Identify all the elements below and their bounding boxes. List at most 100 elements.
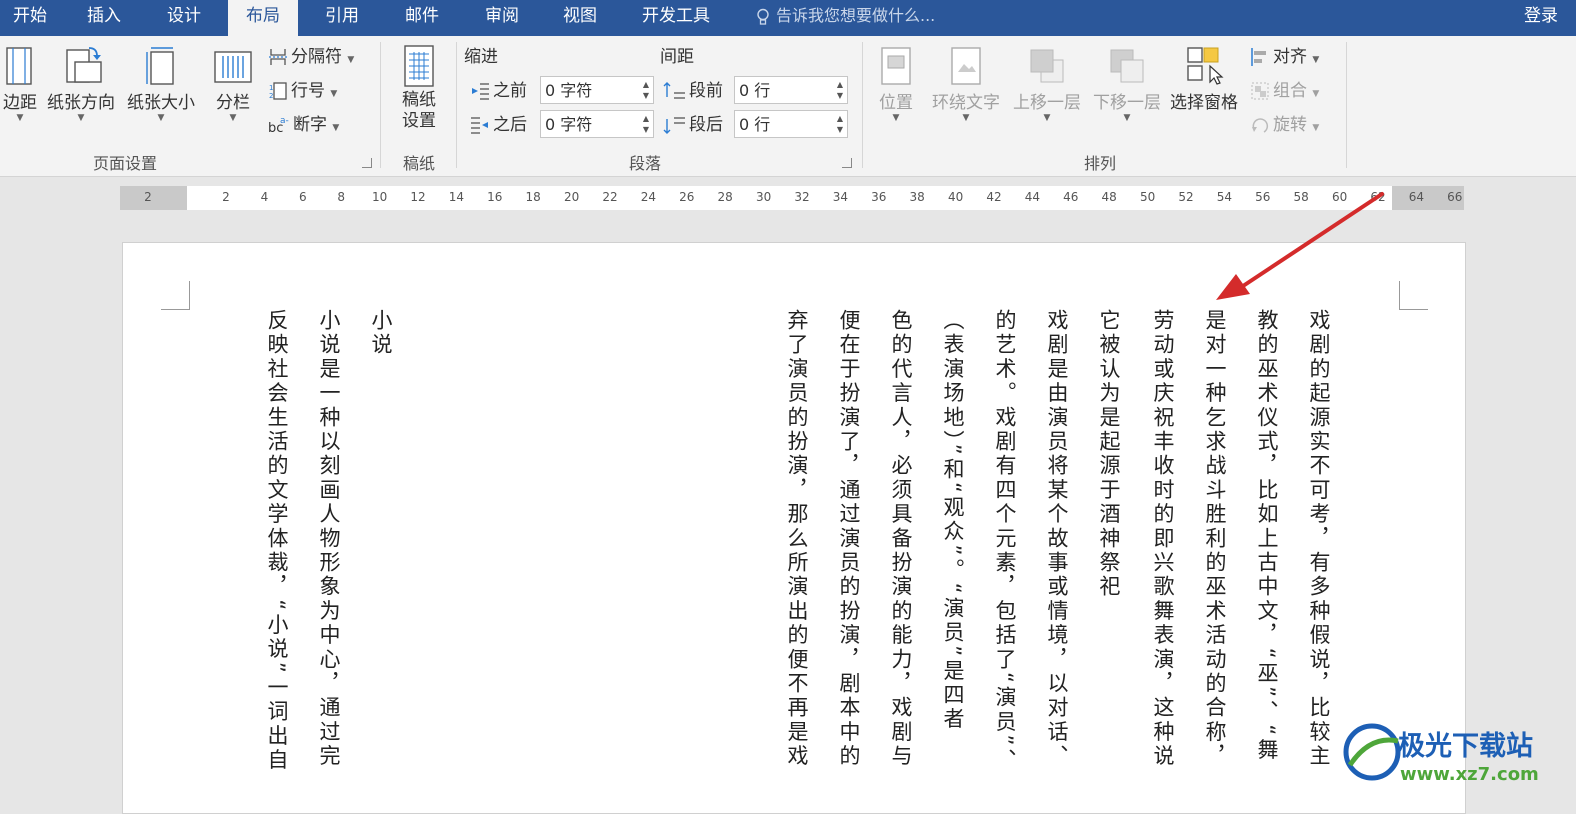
- size-label: 纸张大小: [127, 93, 195, 113]
- indent-after-input[interactable]: 0 字符 ▲ ▼: [540, 110, 654, 138]
- spinner-icon[interactable]: ▲ ▼: [643, 113, 649, 135]
- spinner-icon[interactable]: ▲ ▼: [643, 79, 649, 101]
- space-after-icon: [663, 117, 685, 134]
- tab-5[interactable]: 邮件: [394, 0, 450, 36]
- selection-pane-button[interactable]: 选择窗格: [1166, 44, 1242, 113]
- ruler-tick: 20: [563, 190, 580, 204]
- size-button[interactable]: 纸张大小 ▼: [124, 44, 198, 123]
- ruler-tick: 26: [679, 190, 695, 204]
- text-column: 它被认为是起源于酒神祭祀: [1097, 309, 1121, 600]
- ruler-tick: 8: [337, 190, 346, 204]
- page-setup-launcher-icon[interactable]: [362, 158, 372, 168]
- tab-3[interactable]: 布局: [228, 0, 298, 36]
- rotate-button[interactable]: 旋转 ▼: [1250, 112, 1319, 138]
- ruler-tick: 58: [1293, 190, 1309, 204]
- space-after-input[interactable]: 0 行 ▲ ▼: [734, 110, 848, 138]
- space-after-label: 段后: [662, 112, 723, 138]
- login-button[interactable]: 登录: [1524, 0, 1558, 32]
- send-backward-icon: [1110, 49, 1144, 83]
- ruler-tick: 38: [909, 190, 925, 204]
- text-column: 反映社会生活的文学体裁，“小说”一词出自: [265, 309, 289, 773]
- ruler-tick: 52: [1178, 190, 1194, 204]
- line-numbers-label: 行号: [291, 81, 325, 101]
- paper-size-icon: [146, 47, 174, 85]
- indent-before-input[interactable]: 0 字符 ▲ ▼: [540, 76, 654, 104]
- breaks-label: 分隔符: [291, 47, 342, 67]
- tab-4[interactable]: 引用: [314, 0, 370, 36]
- ruler-tick: 10: [371, 190, 388, 204]
- paragraph-group-label: 段落: [628, 154, 661, 173]
- space-before-value: 0 行: [739, 81, 771, 100]
- tell-me-text: 告诉我您想要做什么...: [776, 6, 936, 25]
- document-page[interactable]: 戏剧的起源实不可考，有多种假说，比较主 教的巫术仪式，比如上古中文，“巫”、“舞 是…: [122, 242, 1466, 814]
- wrap-text-button[interactable]: 环绕文字 ▼: [928, 44, 1004, 123]
- tell-me-search[interactable]: 告诉我您想要做什么...: [756, 0, 935, 34]
- ruler-tick: 54: [1216, 190, 1233, 204]
- spinner-icon[interactable]: ▲ ▼: [837, 113, 843, 135]
- space-before-label: 段前: [662, 78, 723, 104]
- bring-forward-icon: [1030, 49, 1064, 83]
- horizontal-ruler[interactable]: 2 2 4 6 8 10 12 14 16 18 20 22 24 26 28 30 32 34 36 38 40 42…: [120, 186, 1464, 210]
- position-icon: [881, 47, 911, 85]
- ruler-tick: 46: [1063, 190, 1079, 204]
- hyphenation-label: 断字: [293, 115, 327, 135]
- group-button[interactable]: 组合 ▼: [1250, 78, 1319, 104]
- breaks-button[interactable]: 分隔符 ▼: [268, 44, 354, 70]
- manuscript-group-label: 稿纸: [402, 154, 435, 173]
- text-column: 教的巫术仪式，比如上古中文，“巫”、“舞: [1255, 309, 1279, 763]
- columns-label: 分栏: [216, 93, 250, 113]
- tab-1[interactable]: 插入: [76, 0, 132, 36]
- ruler-tick: 60: [1331, 190, 1348, 204]
- space-before-icon: [663, 82, 685, 99]
- paragraph-launcher-icon[interactable]: [842, 158, 852, 168]
- manuscript-label-line1: 稿纸: [402, 90, 436, 110]
- group-icon: [1251, 82, 1269, 100]
- tab-0[interactable]: 开始: [8, 0, 52, 36]
- indent-after-label: 之后: [470, 112, 527, 138]
- spinner-icon[interactable]: ▲ ▼: [837, 79, 843, 101]
- text-column: 小说是一种以刻画人物形象为中心，通过完: [317, 309, 341, 769]
- text-column: 的艺术。戏剧有四个元素，包括了“演员”、: [993, 309, 1017, 773]
- ruler-tick: 4: [260, 190, 269, 204]
- ruler-tick: 64: [1408, 190, 1425, 204]
- ruler-tick: 62: [1370, 190, 1386, 204]
- margins-label: 边距: [3, 93, 37, 113]
- text-column: 戏剧是由演员将某个故事或情境，以对话、: [1045, 309, 1069, 769]
- margins-button[interactable]: 边距 ▼: [0, 44, 40, 123]
- ruler-tick: 16: [487, 190, 503, 204]
- text-column: 小说: [369, 309, 393, 358]
- orientation-button[interactable]: 纸张方向 ▼: [44, 44, 118, 123]
- text-column: 色的代言人，必须具备扮演的能力，戏剧与: [889, 309, 913, 769]
- manuscript-settings-button[interactable]: 稿纸 设置: [392, 44, 446, 132]
- tab-8[interactable]: 开发工具: [628, 0, 724, 36]
- hyphenation-button[interactable]: bc a- 断字 ▼: [268, 112, 339, 138]
- manuscript-icon: [404, 45, 434, 87]
- tab-7[interactable]: 视图: [552, 0, 608, 36]
- ruler-tick: 30: [755, 190, 772, 204]
- watermark-name: 极光下载站: [1398, 731, 1533, 762]
- margins-icon: [6, 47, 32, 85]
- ribbon-layout: 边距 ▼ 纸张方向 ▼ 纸张大小 ▼ 分栏 ▼ 分隔符 ▼ 1 2 行号 ▼ bc a- 断字 …: [0, 36, 1576, 177]
- group-separator: [456, 42, 457, 168]
- text-column: 便在于扮演了，通过演员的扮演，剧本中的: [837, 309, 861, 769]
- send-backward-button[interactable]: 下移一层 ▼: [1088, 44, 1166, 123]
- text-column: （表演场地）”和“观众”。“演员”是四者: [941, 309, 965, 732]
- align-button[interactable]: 对齐 ▼: [1250, 44, 1319, 70]
- columns-button[interactable]: 分栏 ▼: [206, 44, 260, 123]
- indent-before-label: 之前: [470, 78, 527, 104]
- line-numbers-button[interactable]: 1 2 行号 ▼: [268, 78, 337, 104]
- ruler-tick: 36: [871, 190, 887, 204]
- align-label: 对齐: [1273, 47, 1307, 67]
- space-before-input[interactable]: 0 行 ▲ ▼: [734, 76, 848, 104]
- breaks-icon: [269, 49, 287, 65]
- position-button[interactable]: 位置 ▼: [872, 44, 920, 123]
- after-label-text: 之后: [493, 115, 527, 135]
- tab-2[interactable]: 设计: [156, 0, 212, 36]
- manuscript-label-line2: 设置: [402, 111, 436, 131]
- bring-forward-button[interactable]: 上移一层 ▼: [1008, 44, 1086, 123]
- indent-after-value: 0 字符: [545, 115, 593, 134]
- tab-6[interactable]: 审阅: [474, 0, 530, 36]
- ruler-tick: 6: [298, 190, 307, 204]
- corner-mark-top-left: [161, 281, 190, 310]
- ruler-tick: 50: [1139, 190, 1156, 204]
